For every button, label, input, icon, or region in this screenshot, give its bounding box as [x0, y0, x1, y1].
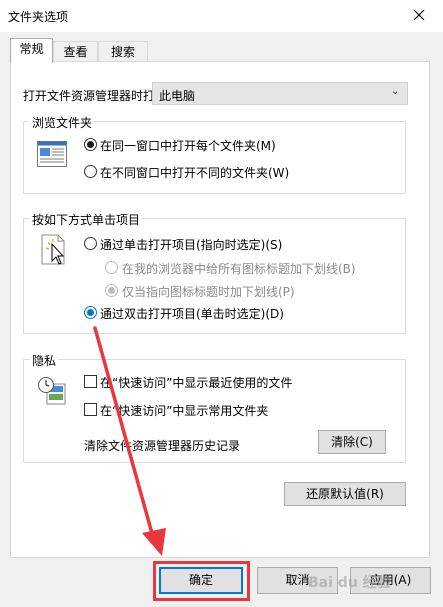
- cancel-button[interactable]: 取消: [257, 567, 338, 594]
- title-bar: 文件夹选项: [0, 0, 443, 32]
- restore-defaults-button[interactable]: 还原默认值(R): [284, 482, 406, 506]
- tab-general-label: 常规: [19, 42, 44, 56]
- apply-button[interactable]: 应用(A): [350, 567, 431, 594]
- radio-double-click[interactable]: [84, 306, 97, 319]
- tab-search[interactable]: 搜索: [98, 41, 148, 63]
- radio-new-window[interactable]: [84, 165, 97, 178]
- radio-single-click[interactable]: [84, 237, 97, 250]
- chevron-down-icon: ⌄: [391, 86, 400, 97]
- clear-button[interactable]: 清除(C): [318, 430, 386, 454]
- close-icon[interactable]: [410, 6, 428, 24]
- tab-search-label: 搜索: [110, 45, 135, 59]
- window-title: 文件夹选项: [8, 10, 69, 24]
- checkbox-frequent-folders[interactable]: [84, 403, 97, 416]
- tab-general[interactable]: 常规: [10, 38, 53, 63]
- tab-view-label: 查看: [63, 45, 88, 59]
- open-explorer-value: 此电脑: [159, 89, 196, 103]
- checkbox-recent-files[interactable]: [84, 375, 97, 388]
- tab-view[interactable]: 查看: [53, 41, 98, 63]
- ok-button[interactable]: 确定: [159, 567, 243, 594]
- open-explorer-select[interactable]: 此电脑 ⌄: [152, 82, 408, 105]
- radio-same-window[interactable]: [84, 138, 97, 151]
